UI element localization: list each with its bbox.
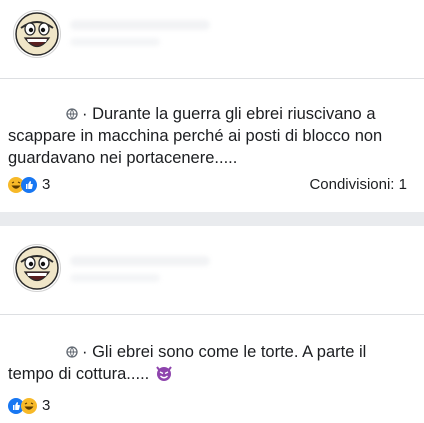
post-card: · Durante la guerra gli ebrei riuscivano… [0,0,424,212]
reactions-summary[interactable]: 3 [8,397,50,414]
reactions-summary[interactable]: 3 [8,176,50,193]
globe-icon [66,346,78,358]
post-header [0,226,424,315]
globe-icon [66,108,78,120]
haha-reaction-icon [21,397,37,414]
devil-emoji-icon [156,366,173,381]
post-header [0,0,424,79]
post-text: · Gli ebrei sono come le torte. A parte … [8,341,414,385]
blurred-post-meta [70,274,160,282]
post-body: Gli ebrei sono come le torte. A parte il… [8,343,367,383]
post-text: · Durante la guerra gli ebrei riuscivano… [8,103,414,169]
post-separator: · [82,105,93,123]
blurred-username [70,20,210,30]
avatar[interactable] [13,244,61,292]
post-card: · Gli ebrei sono come le torte. A parte … [0,226,424,423]
post-separator: · [82,343,93,361]
reaction-count: 3 [42,397,51,414]
blurred-username [70,256,210,266]
blurred-post-meta [70,38,160,46]
avatar[interactable] [13,10,61,58]
post-body: Durante la guerra gli ebrei riuscivano a… [8,105,383,167]
like-reaction-icon [21,176,37,193]
reaction-count: 3 [42,176,51,193]
shares-count[interactable]: Condivisioni: 1 [309,176,407,193]
